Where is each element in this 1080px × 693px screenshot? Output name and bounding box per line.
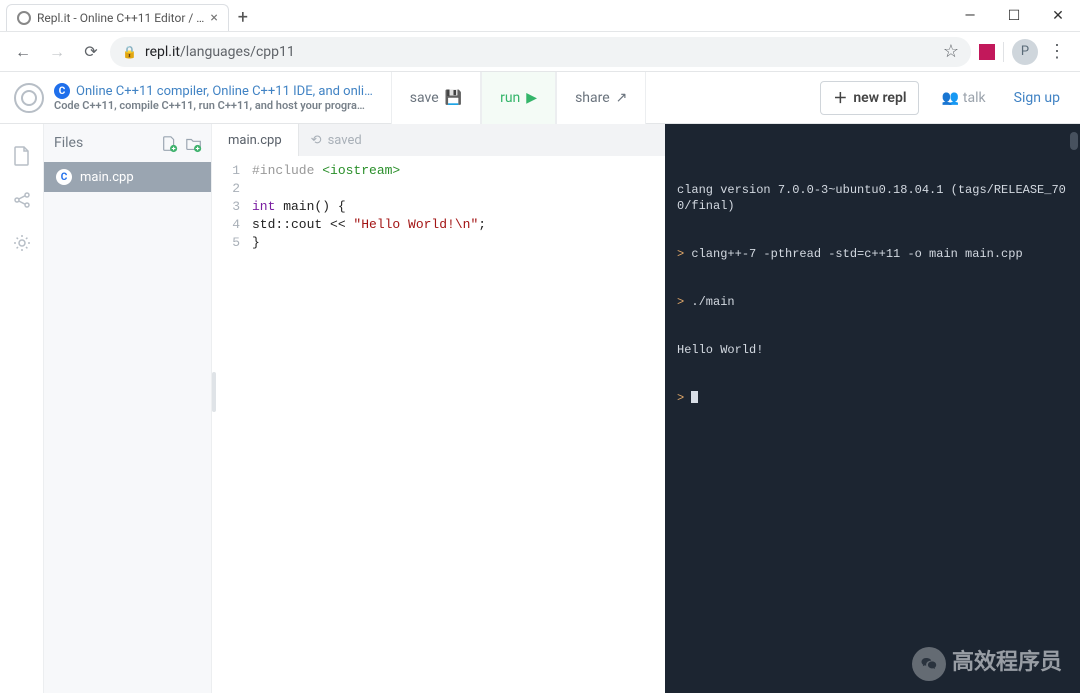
- play-icon: ▶: [526, 90, 537, 106]
- share-button[interactable]: share ↗: [556, 72, 646, 124]
- repl-header: C Online C++11 compiler, Online C++11 ID…: [0, 72, 1080, 124]
- editor-panel: main.cpp ⟲ saved 1 2 3 4 5 #include <ios…: [212, 124, 665, 693]
- terminal-line: Hello World!: [677, 343, 763, 357]
- terminal-line: clang version 7.0.0-3~ubuntu0.18.04.1 (t…: [677, 183, 1066, 213]
- share-icon: ↗: [616, 90, 628, 106]
- editor-tabbar: main.cpp ⟲ saved: [212, 124, 665, 156]
- file-icon[interactable]: [13, 146, 31, 171]
- code-editor[interactable]: 1 2 3 4 5 #include <iostream> int main()…: [212, 156, 665, 693]
- share-label: share: [575, 90, 610, 106]
- code-content: #include <iostream> int main() { std::co…: [248, 156, 486, 693]
- line-number: 3: [212, 198, 240, 216]
- watermark-text: 高效程序员: [952, 656, 1062, 672]
- splitter-handle[interactable]: [212, 372, 216, 412]
- terminal-cursor: [691, 391, 698, 403]
- file-item-main-cpp[interactable]: C main.cpp: [44, 162, 211, 192]
- new-repl-button[interactable]: ＋ new repl: [820, 81, 919, 115]
- avatar-letter: P: [1021, 44, 1029, 59]
- line-number: 4: [212, 216, 240, 234]
- watermark: 高效程序员: [912, 647, 1062, 681]
- extensions-area: P ⋮: [979, 37, 1072, 67]
- language-c-icon: C: [54, 83, 70, 99]
- editor-tab-main[interactable]: main.cpp: [212, 124, 299, 156]
- run-button[interactable]: run ▶: [481, 72, 556, 124]
- lock-icon: 🔒: [122, 45, 137, 59]
- files-panel: Files C main.cpp: [44, 124, 212, 693]
- line-number: 5: [212, 234, 240, 252]
- page-title: Online C++11 compiler, Online C++11 IDE,…: [76, 84, 373, 99]
- close-window-button[interactable]: ✕: [1036, 0, 1080, 32]
- minimize-button[interactable]: —: [948, 0, 992, 32]
- token-text: std::cout <<: [252, 217, 353, 232]
- wechat-icon: [912, 647, 946, 681]
- token-include: <iostream>: [314, 163, 400, 178]
- token-text: ;: [478, 217, 486, 232]
- token-directive: #include: [252, 163, 314, 178]
- profile-avatar[interactable]: P: [1012, 39, 1038, 65]
- breadcrumb: C Online C++11 compiler, Online C++11 ID…: [54, 83, 373, 112]
- files-label: Files: [54, 135, 153, 151]
- talk-label: talk: [963, 90, 986, 106]
- url-path: /languages/cpp11: [180, 44, 295, 60]
- maximize-button[interactable]: ☐: [992, 0, 1036, 32]
- save-label: save: [410, 90, 439, 106]
- forward-button[interactable]: →: [42, 37, 72, 67]
- url-text: repl.it/languages/cpp11: [145, 44, 935, 60]
- new-folder-icon[interactable]: [185, 135, 201, 151]
- save-icon: 💾: [445, 90, 462, 106]
- scrollbar-thumb[interactable]: [1070, 132, 1078, 150]
- history-icon: ⟲: [311, 133, 322, 148]
- replit-logo-icon[interactable]: [14, 83, 44, 113]
- prompt-icon: >: [677, 247, 691, 261]
- main-area: Files C main.cpp main.cpp ⟲ saved: [0, 124, 1080, 693]
- line-number: 1: [212, 162, 240, 180]
- file-name: main.cpp: [80, 170, 134, 185]
- bookmark-star-icon[interactable]: ☆: [943, 41, 959, 62]
- terminal-line: ./main: [691, 295, 734, 309]
- url-box[interactable]: 🔒 repl.it/languages/cpp11 ☆: [110, 37, 971, 67]
- new-repl-label: new repl: [853, 90, 906, 106]
- window-titlebar: Repl.it - Online C++11 Editor / … × + — …: [0, 0, 1080, 32]
- terminal-output[interactable]: clang version 7.0.0-3~ubuntu0.18.04.1 (t…: [665, 124, 1080, 693]
- files-header: Files: [44, 124, 211, 162]
- reload-button[interactable]: ⟳: [76, 37, 106, 67]
- saved-indicator: ⟲ saved: [303, 124, 370, 156]
- address-bar: ← → ⟳ 🔒 repl.it/languages/cpp11 ☆ P ⋮: [0, 32, 1080, 72]
- tab-title: Repl.it - Online C++11 Editor / …: [37, 11, 204, 25]
- close-tab-icon[interactable]: ×: [210, 10, 217, 26]
- new-tab-button[interactable]: +: [229, 4, 257, 31]
- toolbar: save 💾 run ▶ share ↗: [391, 72, 647, 124]
- back-button[interactable]: ←: [8, 37, 38, 67]
- terminal-line: clang++-7 -pthread -std=c++11 -o main ma…: [691, 247, 1022, 261]
- run-label: run: [500, 90, 520, 106]
- token-keyword: int: [252, 199, 275, 214]
- browser-menu-icon[interactable]: ⋮: [1042, 37, 1072, 67]
- cpp-file-icon: C: [56, 169, 72, 185]
- token-text: main() {: [275, 199, 345, 214]
- left-icon-rail: [0, 124, 44, 693]
- editor-tab-label: main.cpp: [228, 133, 282, 148]
- browser-tab[interactable]: Repl.it - Online C++11 Editor / … ×: [6, 4, 229, 31]
- signup-link[interactable]: Sign up: [1014, 90, 1060, 106]
- page-subtitle: Code C++11, compile C++11, run C++11, an…: [54, 99, 373, 112]
- people-icon: 👥: [941, 90, 958, 106]
- talk-link[interactable]: 👥 talk: [941, 90, 985, 106]
- new-file-icon[interactable]: [161, 135, 177, 151]
- favicon: [17, 11, 31, 25]
- saved-label: saved: [328, 133, 362, 148]
- plus-icon: ＋: [833, 88, 847, 108]
- signup-label: Sign up: [1014, 90, 1060, 106]
- extension-icon[interactable]: [979, 44, 995, 60]
- token-string: "Hello World!\n": [353, 217, 478, 232]
- line-number: 2: [212, 180, 240, 198]
- token-text: }: [252, 235, 260, 250]
- share-graph-icon[interactable]: [13, 191, 31, 214]
- url-host: repl.it: [145, 44, 180, 60]
- save-button[interactable]: save 💾: [391, 72, 481, 124]
- window-controls: — ☐ ✕: [948, 0, 1080, 31]
- prompt-icon: >: [677, 295, 691, 309]
- line-gutter: 1 2 3 4 5: [212, 156, 248, 693]
- prompt-icon: >: [677, 391, 691, 405]
- gear-icon[interactable]: [13, 234, 31, 257]
